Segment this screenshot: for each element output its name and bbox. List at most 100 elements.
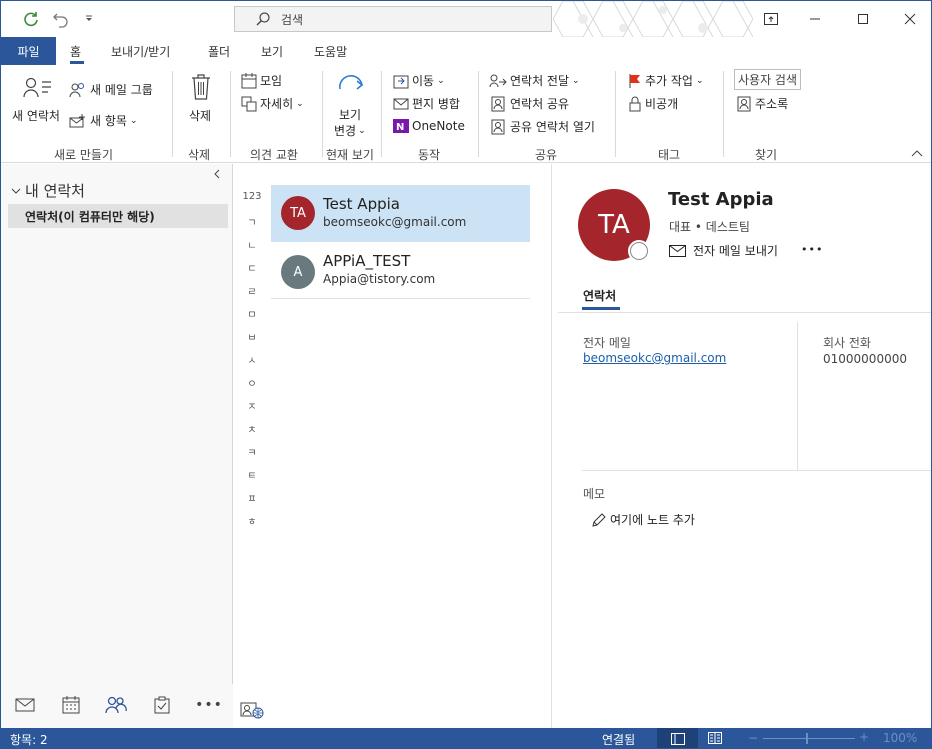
calendar-icon[interactable] [58,694,84,716]
index-letter[interactable]: ㅎ [234,513,270,528]
more-actions-icon[interactable]: ••• [801,243,823,256]
change-view-icon[interactable] [337,73,367,101]
add-note-button[interactable]: 여기에 노트 추가 [591,511,695,528]
search-placeholder: 검색 [281,12,304,27]
follow-up-button[interactable]: 추가 작업 ⌄ [628,72,704,89]
reading-view-button[interactable] [708,732,722,747]
divider [558,312,931,313]
collapse-folder-pane-icon[interactable] [213,168,221,182]
minimize-button[interactable] [803,7,827,31]
zoom-out-button[interactable]: − [748,731,758,745]
index-letter[interactable]: ㄷ [234,260,270,275]
connection-status: 연결됨 [602,733,636,747]
tab-folder[interactable]: 폴더 [208,43,230,60]
open-shared-contacts-button[interactable]: 공유 연락처 열기 [491,118,595,135]
item-count: 항목: 2 [10,733,48,747]
delete-button[interactable]: 삭제 [189,107,211,124]
chevron-down-icon: ⌄ [129,115,138,126]
svg-text:N: N [396,122,404,133]
mail-merge-icon [393,98,409,109]
index-letter[interactable]: ㄴ [234,237,270,252]
private-button[interactable]: 비공개 [628,95,678,112]
tab-home[interactable]: 홈 [70,43,81,60]
index-letter[interactable]: ㅊ [234,421,270,436]
new-items-button[interactable]: 새 항목 ⌄ [69,112,137,129]
contact-email: Appia@tistory.com [323,272,436,286]
forward-contact-label: 연락처 전달 [510,74,570,88]
tab-contact[interactable]: 연락처 [583,287,616,304]
address-card-icon[interactable] [240,701,264,722]
ribbon-divider [230,71,231,157]
customize-qat-icon[interactable] [78,9,100,29]
chevron-down-icon: ⌄ [572,75,580,86]
send-email-button[interactable]: 전자 메일 보내기 [669,242,778,259]
new-contact-group-button[interactable]: 새 메일 그룹 [69,81,153,98]
index-123[interactable]: 123 [234,191,270,202]
alphabet-index: 123 ㄱ ㄴ ㄷ ㄹ ㅁ ㅂ ㅅ ㅇ ㅈ ㅊ ㅋ ㅌ ㅍ ㅎ [234,164,270,728]
address-book-button[interactable]: 주소록 [737,95,788,112]
new-contact-button[interactable]: 새 연락처 [12,107,60,124]
tasks-icon[interactable] [149,694,175,716]
group-label-actions: 동작 [418,148,441,162]
more-modules-icon[interactable]: ••• [195,694,222,716]
reading-view-icon [708,732,722,744]
zoom-level[interactable]: 100% [883,731,917,745]
shared-contacts-icon [491,119,505,134]
list-item[interactable]: TA Test Appia beomseokc@gmail.com [271,185,530,242]
forward-contact-button[interactable]: 연락처 전달 ⌄ [489,72,580,89]
tab-view[interactable]: 보기 [261,43,283,60]
sync-icon[interactable] [20,9,42,29]
open-shared-contacts-label: 공유 연락처 열기 [510,120,595,134]
change-view-button[interactable]: 변경 ⌄ [334,122,366,139]
index-letter[interactable]: ㅂ [234,329,270,344]
collapse-ribbon-icon[interactable] [911,149,923,157]
onenote-button[interactable]: N OneNote [393,118,465,134]
share-contacts-button[interactable]: 연락처 공유 [491,95,569,112]
normal-view-button[interactable] [657,728,698,748]
index-letter[interactable]: ㅅ [234,352,270,367]
change-view-label-1[interactable]: 보기 [339,106,361,123]
chevron-down-icon: ⌄ [695,75,704,86]
ribbon-display-options-icon[interactable] [759,7,783,31]
meeting-button[interactable]: 모임 [241,72,282,89]
tab-send-receive[interactable]: 보내기/받기 [111,43,170,60]
move-button[interactable]: 이동 ⌄ [393,72,445,89]
index-letter[interactable]: ㄱ [234,214,270,229]
search-input[interactable]: 검색 [234,6,552,32]
mail-merge-button[interactable]: 편지 병합 [393,95,460,112]
index-letter[interactable]: ㅋ [234,444,270,459]
new-contact-icon[interactable] [23,77,53,99]
search-people-input[interactable]: 사용자 검색 [734,69,802,90]
module-nav-bar: ••• [1,684,233,728]
ribbon: 새 연락처 새 메일 그룹 새 항목 ⌄ 새로 만들기 삭제 삭제 모임 자세히… [1,65,931,163]
index-letter[interactable]: ㄹ [234,283,270,298]
mail-icon[interactable] [12,694,38,716]
index-letter[interactable]: ㅈ [234,398,270,413]
email-link[interactable]: beomseokc@gmail.com [583,351,726,365]
zoom-slider-track[interactable] [763,738,855,739]
maximize-button[interactable] [851,7,875,31]
list-item[interactable]: A APPiA_TEST Appia@tistory.com [271,242,530,299]
share-contacts-label: 연락처 공유 [510,97,570,111]
private-label: 비공개 [645,97,679,111]
close-button[interactable] [898,7,922,31]
index-letter[interactable]: ㅁ [234,306,270,321]
index-letter[interactable]: ㅇ [234,375,270,390]
lock-icon [629,96,641,111]
zoom-slider-thumb[interactable] [806,733,808,744]
delete-icon[interactable] [190,73,212,101]
tab-file[interactable]: 파일 [1,37,56,65]
zoom-in-button[interactable]: + [859,730,869,744]
address-book-label: 주소록 [755,97,789,111]
index-letter[interactable]: ㅌ [234,467,270,482]
people-icon[interactable] [103,694,129,716]
more-button[interactable]: 자세히 ⌄ [241,95,304,112]
new-contact-group-label: 새 메일 그룹 [90,83,153,97]
onenote-label: OneNote [412,119,465,133]
folder-item-contacts[interactable]: 연락처(이 컴퓨터만 해당) [8,204,228,228]
my-contacts-header[interactable]: 내 연락처 [11,180,85,201]
index-letter[interactable]: ㅍ [234,490,270,505]
undo-icon[interactable] [50,9,72,29]
tab-help[interactable]: 도움말 [314,43,347,60]
divider [582,470,931,471]
